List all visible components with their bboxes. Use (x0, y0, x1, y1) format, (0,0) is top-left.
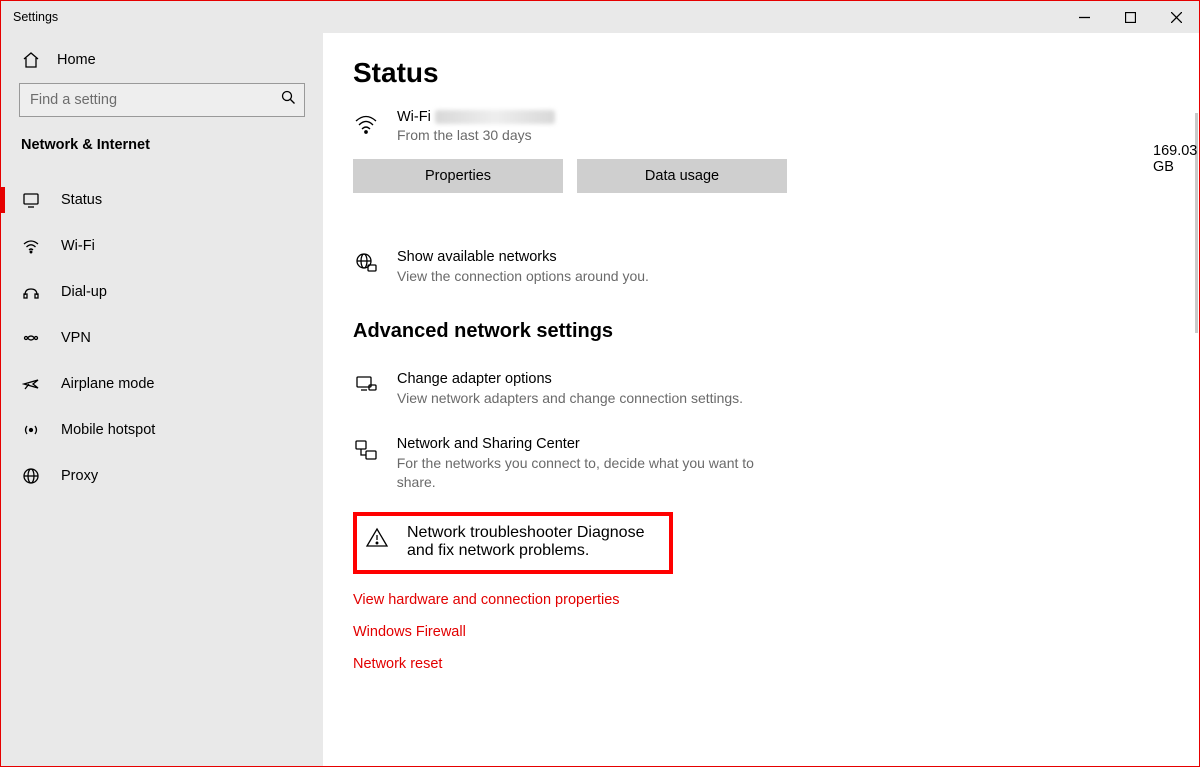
titlebar: Settings (1, 1, 1199, 33)
option-title: Network and Sharing Center (397, 436, 793, 452)
proxy-icon (21, 467, 41, 485)
data-usage-button[interactable]: Data usage (577, 159, 787, 193)
sidebar-item-label: Proxy (61, 468, 98, 484)
maximize-button[interactable] (1107, 1, 1153, 33)
sidebar: Home Network & Internet Status (1, 33, 323, 766)
wifi-data-amount: 169.03 GB (1153, 143, 1199, 175)
main-content: Status Wi-Fi From the last 30 days 169.0… (323, 33, 1199, 766)
sidebar-item-label: Dial-up (61, 284, 107, 300)
airplane-icon (21, 375, 41, 393)
sidebar-item-label: VPN (61, 330, 91, 346)
dialup-icon (21, 283, 41, 301)
link-windows-firewall[interactable]: Windows Firewall (353, 624, 1199, 640)
wifi-subtitle: From the last 30 days (397, 127, 555, 143)
adapter-icon (353, 373, 379, 397)
sidebar-item-proxy[interactable]: Proxy (1, 453, 323, 499)
sidebar-item-dialup[interactable]: Dial-up (1, 269, 323, 315)
network-sharing-center[interactable]: Network and Sharing Center For the netwo… (353, 436, 793, 492)
page-title: Status (353, 57, 1199, 89)
search-icon (281, 90, 296, 110)
option-title: Show available networks (397, 249, 649, 265)
sidebar-item-label: Airplane mode (61, 376, 155, 392)
show-available-networks[interactable]: Show available networks View the connect… (353, 249, 793, 286)
window-title: Settings (13, 10, 58, 24)
wifi-ssid-redacted (435, 110, 555, 124)
nav: Status Wi-Fi Dial-up (1, 177, 323, 499)
sidebar-item-label: Mobile hotspot (61, 422, 155, 438)
vpn-icon (21, 329, 41, 347)
sidebar-item-hotspot[interactable]: Mobile hotspot (1, 407, 323, 453)
wifi-icon (21, 237, 41, 255)
sidebar-item-vpn[interactable]: VPN (1, 315, 323, 361)
sidebar-item-label: Status (61, 192, 102, 208)
sidebar-item-label: Wi-Fi (61, 238, 95, 254)
sharing-icon (353, 438, 379, 462)
home-link[interactable]: Home (1, 51, 323, 83)
status-icon (21, 191, 41, 209)
close-button[interactable] (1153, 1, 1199, 33)
warning-triangle-icon (365, 526, 389, 550)
change-adapter-options[interactable]: Change adapter options View network adap… (353, 371, 793, 408)
sidebar-item-status[interactable]: Status (1, 177, 323, 223)
network-troubleshooter[interactable]: Network troubleshooter Diagnose and fix … (353, 512, 673, 574)
section-title: Network & Internet (1, 137, 323, 163)
advanced-header: Advanced network settings (353, 320, 1199, 343)
search-input[interactable] (30, 92, 281, 108)
option-title: Network troubleshooter (407, 524, 572, 541)
option-title: Change adapter options (397, 371, 743, 387)
wifi-name: Wi-Fi (397, 109, 555, 125)
hotspot-icon (21, 421, 41, 439)
option-sub: For the networks you connect to, decide … (397, 454, 793, 492)
sidebar-item-wifi[interactable]: Wi-Fi (1, 223, 323, 269)
option-sub: View the connection options around you. (397, 267, 649, 286)
globe-network-icon (353, 251, 379, 275)
wifi-status-block: Wi-Fi From the last 30 days (353, 109, 1199, 143)
settings-window: Settings Home Network (0, 0, 1200, 767)
search-box[interactable] (19, 83, 305, 117)
home-label: Home (57, 52, 96, 68)
link-hardware-properties[interactable]: View hardware and connection properties (353, 592, 1199, 608)
wifi-signal-icon (353, 111, 379, 142)
home-icon (21, 51, 41, 69)
properties-button[interactable]: Properties (353, 159, 563, 193)
minimize-button[interactable] (1061, 1, 1107, 33)
link-network-reset[interactable]: Network reset (353, 656, 1199, 672)
sidebar-item-airplane[interactable]: Airplane mode (1, 361, 323, 407)
option-sub: View network adapters and change connect… (397, 389, 743, 408)
